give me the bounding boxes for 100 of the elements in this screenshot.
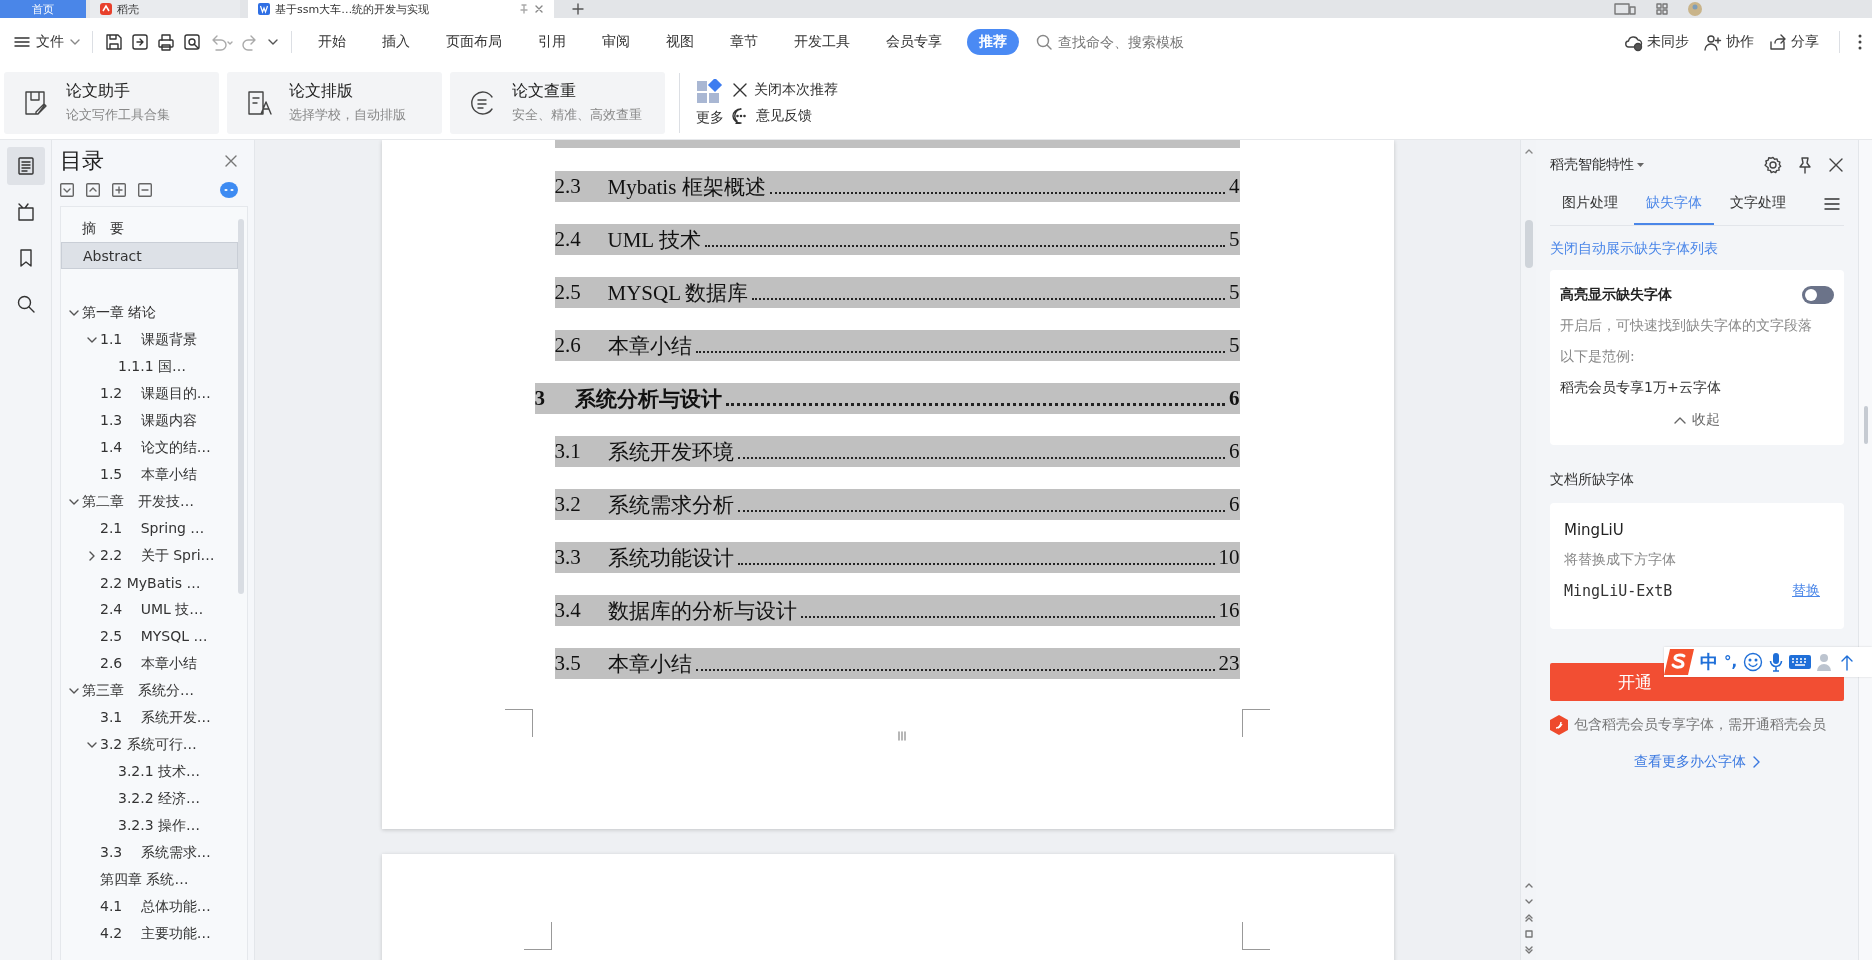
ribbon-tab[interactable]: 插入 <box>371 29 421 55</box>
scroll-thumb[interactable] <box>1863 406 1868 444</box>
toc-entry[interactable]: 3.1 系统开发环境 6 <box>554 436 1240 467</box>
square-icon[interactable] <box>1524 930 1533 938</box>
ribbon-tab[interactable]: 开发工具 <box>783 29 861 55</box>
page-up-icon[interactable] <box>1524 914 1533 922</box>
recommend-card[interactable]: 论文助手 论文写作工具合集 <box>4 71 219 134</box>
outline-item[interactable]: 3.3 系统需求… <box>61 839 238 866</box>
toc-entry[interactable]: 3.2 系统需求分析 6 <box>554 489 1240 520</box>
window-tab[interactable]: 首页 <box>0 0 86 18</box>
scroll-thumb[interactable] <box>1524 220 1533 268</box>
outline-item[interactable]: 第一章 绪论 <box>61 299 238 326</box>
outline-item[interactable]: 1.2 课题目的… <box>61 380 238 407</box>
ribbon-tab[interactable]: 章节 <box>719 29 769 55</box>
expand-icon[interactable] <box>86 183 100 197</box>
outline-item[interactable]: 1.3 课题内容 <box>61 407 238 434</box>
outline-item[interactable]: 2.6 本章小结 <box>61 650 238 677</box>
file-menu[interactable]: 文件 <box>10 29 84 55</box>
recommend-link[interactable]: 意见反馈 <box>732 106 838 125</box>
outline-item[interactable]: Abstract <box>61 242 238 269</box>
recommend-card[interactable]: 论文排版 选择学校，自动排版 <box>227 71 442 134</box>
chevron-down-icon[interactable] <box>68 686 79 695</box>
close-icon[interactable] <box>224 154 238 168</box>
more-fonts-link[interactable]: 查看更多办公字体 <box>1634 753 1760 771</box>
outline-item[interactable]: 1.5 本章小结 <box>61 461 238 488</box>
ribbon-tab[interactable]: 引用 <box>527 29 577 55</box>
save-icon[interactable] <box>105 33 123 51</box>
outline-item[interactable]: 2.1 Spring … <box>61 515 238 542</box>
panel-tab[interactable]: 文字处理 <box>1718 182 1798 225</box>
outline-item[interactable]: 1.1 课题背景 <box>61 326 238 353</box>
toolbar-button[interactable]: 协作 <box>1701 30 1756 54</box>
collapse-button[interactable]: 收起 <box>1674 411 1720 429</box>
settings-icon[interactable] <box>1764 156 1782 174</box>
ribbon-tab[interactable]: 审阅 <box>591 29 641 55</box>
grid-icon[interactable] <box>1656 3 1668 15</box>
close-icon[interactable] <box>1828 157 1844 173</box>
outline-item[interactable]: 第四章 系统… <box>61 866 238 893</box>
search-field[interactable]: 查找命令、搜索模板 <box>1036 33 1236 51</box>
more-icon[interactable] <box>1858 34 1862 50</box>
arrow-up-icon[interactable] <box>1841 653 1854 671</box>
outline-item[interactable]: 1.1.1 国… <box>61 353 238 380</box>
scrollbar[interactable] <box>238 219 244 594</box>
outline-item[interactable]: 第二章 开发技… <box>61 488 238 515</box>
outline-item[interactable]: 第三章 系统分… <box>61 677 238 704</box>
resize-handle-icon[interactable] <box>896 731 907 741</box>
print-icon[interactable] <box>157 33 175 51</box>
toggle-switch[interactable] <box>1802 286 1834 304</box>
outline-item[interactable]: 4.2 主要功能… <box>61 920 238 947</box>
outline-item[interactable]: 1.4 论文的结… <box>61 434 238 461</box>
scroll-up-icon[interactable] <box>1524 148 1533 154</box>
window-tab[interactable]: 基于ssm大车…统的开发与实现 <box>248 0 554 18</box>
chevron-down-icon[interactable] <box>68 308 79 317</box>
panel-title-dropdown[interactable]: 稻壳智能特性 <box>1550 156 1644 174</box>
microphone-icon[interactable] <box>1769 652 1784 672</box>
chevron-down-icon[interactable] <box>68 497 79 506</box>
ribbon-tab[interactable]: 开始 <box>307 29 357 55</box>
emoji-icon[interactable] <box>1743 652 1764 672</box>
toc-entry[interactable]: 2.5 MYSQL 数据库 5 <box>554 277 1240 308</box>
chevron-down-icon[interactable] <box>86 740 97 749</box>
outline-item[interactable]: 3.2.1 技术… <box>61 758 238 785</box>
preview-icon[interactable] <box>183 33 201 51</box>
toolbar-button[interactable]: 分享 <box>1766 30 1821 54</box>
ribbon-tab[interactable]: 会员专享 <box>875 29 953 55</box>
recommend-card[interactable]: 论文查重 安全、精准、高效查重 <box>450 71 665 134</box>
outline-item[interactable]: 2.2 关于 Spri… <box>61 542 238 569</box>
toc-entry[interactable]: 3.3 系统功能设计 10 <box>554 542 1240 573</box>
toc-entry[interactable]: 2.3 Mybatis 框架概述 4 <box>554 171 1240 202</box>
outline-item[interactable]: 3.2 系统可行… <box>61 731 238 758</box>
ribbon-tab[interactable]: 页面布局 <box>435 29 513 55</box>
toolbar-button[interactable]: 未同步 <box>1622 30 1691 54</box>
toc-entry[interactable]: 2.6 本章小结 5 <box>554 330 1240 361</box>
panel-tab[interactable]: 图片处理 <box>1550 182 1630 225</box>
toc-entry[interactable]: 2.4 UML 技术 5 <box>554 224 1240 255</box>
chevron-right-icon[interactable] <box>87 550 96 561</box>
chevron-down-icon[interactable] <box>86 335 97 344</box>
outline-item[interactable]: 2.5 MYSQL … <box>61 623 238 650</box>
outline-item[interactable]: 3.2.3 操作… <box>61 812 238 839</box>
collapse-icon[interactable] <box>60 183 74 197</box>
outline-item[interactable]: 摘 要 <box>61 215 238 242</box>
export-icon[interactable] <box>131 33 149 51</box>
outline-item[interactable]: 2.2 MyBatis … <box>61 569 238 596</box>
outline-item[interactable]: 2.4 UML 技… <box>61 596 238 623</box>
outline-item[interactable]: 4.1 总体功能… <box>61 893 238 920</box>
scroll-down-icon[interactable] <box>1524 898 1533 906</box>
more-button[interactable]: 更多 <box>696 78 724 127</box>
toc-entry[interactable]: 3 系统分析与设计 6 <box>534 383 1240 414</box>
window-icon[interactable] <box>1614 3 1636 15</box>
toc-entry[interactable]: 3.5 本章小结 23 <box>554 648 1240 679</box>
outline-item[interactable]: 3.1 系统开发… <box>61 704 238 731</box>
scroll-up-icon[interactable] <box>1524 882 1533 890</box>
outline-item[interactable]: 3.2.2 经济… <box>61 785 238 812</box>
replace-link[interactable]: 替换 <box>1792 582 1820 600</box>
page-down-icon[interactable] <box>1524 946 1533 954</box>
keyboard-icon[interactable] <box>1789 654 1812 670</box>
plus-icon[interactable] <box>112 183 126 197</box>
toc-entry[interactable]: 3.4 数据库的分析与设计 16 <box>554 595 1240 626</box>
window-tab[interactable]: 稻壳 <box>90 0 240 18</box>
minus-icon[interactable] <box>138 183 152 197</box>
outline-icon[interactable] <box>6 147 45 185</box>
ribbon-tab[interactable]: 视图 <box>655 29 705 55</box>
